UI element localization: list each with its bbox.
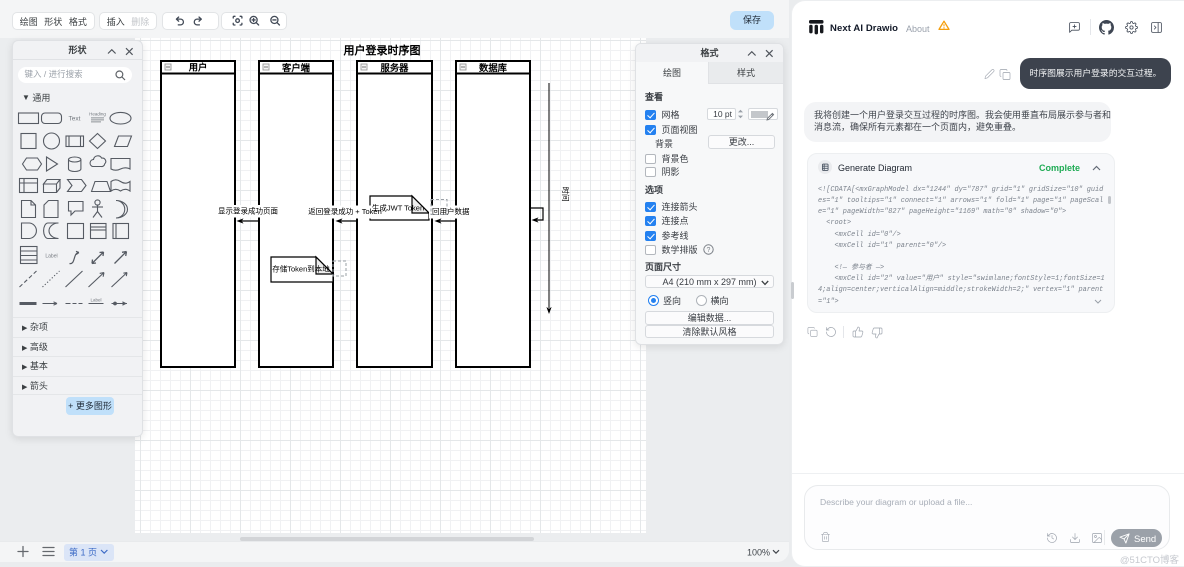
svg-text:存储Token到本地: 存储Token到本地 [272,264,330,274]
svg-text:时间: 时间 [561,187,571,202]
svg-text:Text: Text [69,116,81,123]
svg-text:客户端: 客户端 [281,62,311,73]
svg-text:服务器: 服务器 [381,62,410,73]
svg-text:生成JWT Token: 生成JWT Token [372,203,424,213]
svg-text:返回登录成功 + Token: 返回登录成功 + Token [308,206,382,216]
svg-text:?: ? [707,247,711,254]
svg-text:100%: 100% [747,548,770,558]
svg-text:显示登录成功页面: 显示登录成功页面 [218,206,278,216]
svg-text:Label: Label [45,254,57,260]
svg-text:Heading: Heading [89,112,106,117]
svg-text:用户: 用户 [188,62,208,73]
svg-text:第 1 页: 第 1 页 [69,547,97,558]
svg-text:用户登录时序图: 用户登录时序图 [344,43,421,57]
svg-text:数据库: 数据库 [479,62,508,73]
svg-text:Label: Label [90,298,101,303]
